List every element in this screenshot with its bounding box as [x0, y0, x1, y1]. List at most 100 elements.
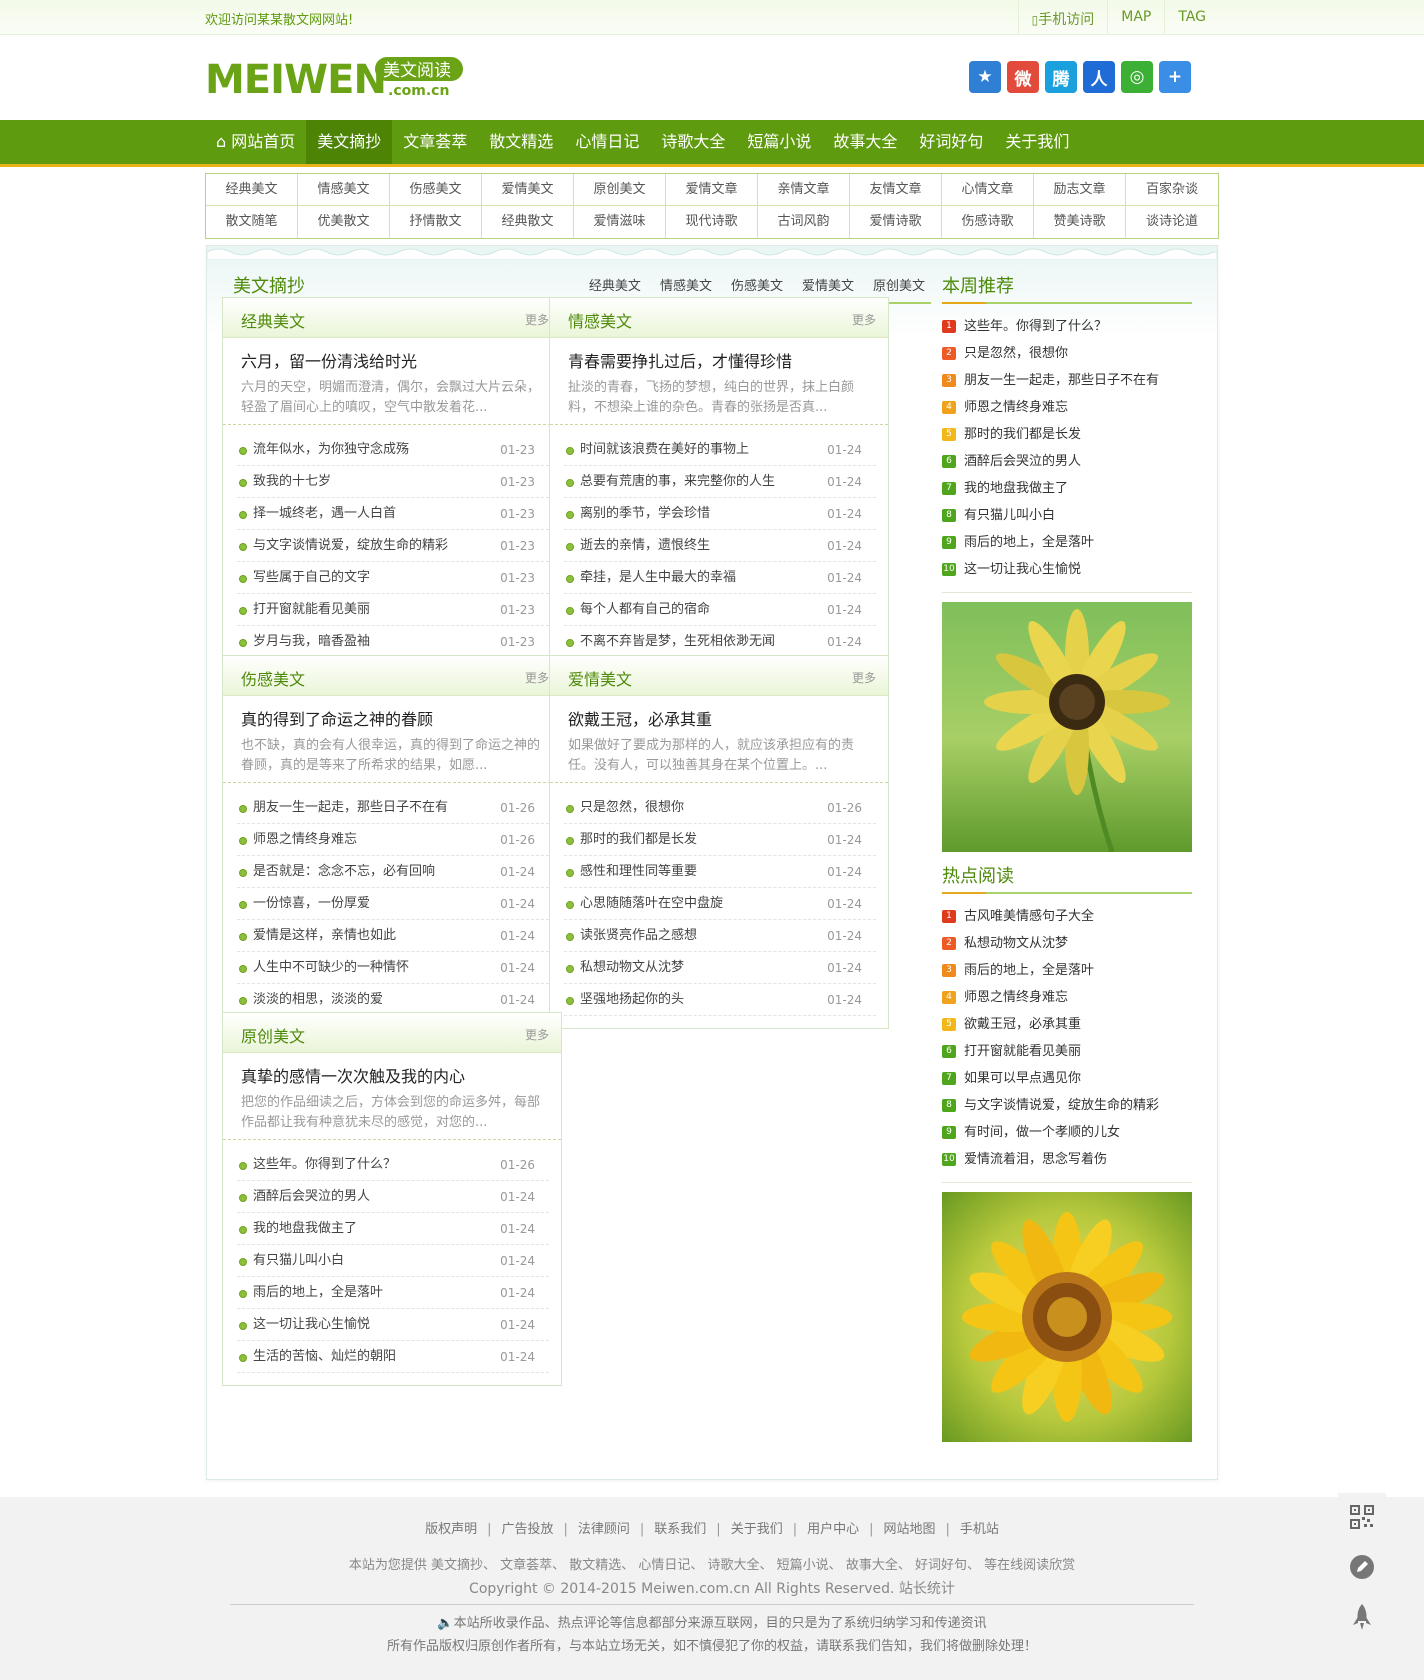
section-tab[interactable]: 爱情美文	[802, 275, 854, 294]
rank-item[interactable]: 4 师恩之情终身难忘	[942, 984, 1192, 1011]
list-item[interactable]: 每个人都有自己的宿命 01-24	[564, 594, 876, 626]
list-item[interactable]: 雨后的地上，全是落叶 01-24	[237, 1277, 549, 1309]
article-title[interactable]: 那时的我们都是长发	[580, 832, 697, 847]
subnav-item[interactable]: 爱情诗歌	[850, 206, 942, 238]
article-title[interactable]: 流年似水，为你独守念成殇	[253, 442, 409, 457]
article-title[interactable]: 师恩之情终身难忘	[253, 832, 357, 847]
list-item[interactable]: 写些属于自己的文字 01-23	[237, 562, 549, 594]
rank-item[interactable]: 4 师恩之情终身难忘	[942, 394, 1192, 421]
list-item[interactable]: 一份惊喜，一份厚爱 01-24	[237, 888, 549, 920]
footer-link[interactable]: 广告投放	[501, 1522, 553, 1537]
article-title[interactable]: 时间就该浪费在美好的事物上	[580, 442, 749, 457]
nav-item[interactable]: 诗歌大全	[650, 120, 736, 164]
featured-title[interactable]: 真挚的感情一次次触及我的内心	[241, 1063, 465, 1087]
list-item[interactable]: 这些年。你得到了什么？ 01-26	[237, 1149, 549, 1181]
nav-home[interactable]: ⌂ 网站首页	[205, 120, 306, 164]
box-title[interactable]: 爱情美文	[568, 666, 632, 690]
list-item[interactable]: 读张贤亮作品之感想 01-24	[564, 920, 876, 952]
article-title[interactable]: 离别的季节，学会珍惜	[580, 506, 710, 521]
list-item[interactable]: 择一城终老，遇一人白首 01-23	[237, 498, 549, 530]
subnav-item[interactable]: 优美散文	[298, 206, 390, 238]
list-item[interactable]: 总要有荒唐的事，来完整你的人生 01-24	[564, 466, 876, 498]
article-title[interactable]: 淡淡的相思，淡淡的爱	[253, 992, 383, 1007]
subnav-item[interactable]: 赞美诗歌	[1034, 206, 1126, 238]
weibo-icon[interactable]: 微	[1007, 61, 1039, 93]
list-item[interactable]: 爱情是这样，亲情也如此 01-24	[237, 920, 549, 952]
footer-link[interactable]: 联系我们	[654, 1522, 706, 1537]
rank-item[interactable]: 3 雨后的地上，全是落叶	[942, 957, 1192, 984]
list-item[interactable]: 生活的苦恼、灿烂的朝阳 01-24	[237, 1341, 549, 1373]
rank-item[interactable]: 2 私想动物文从沈梦	[942, 930, 1192, 957]
more-link[interactable]: 更多	[525, 1026, 549, 1043]
article-title[interactable]: 我的地盘我做主了	[253, 1221, 357, 1236]
article-title[interactable]: 写些属于自己的文字	[253, 570, 370, 585]
featured-title[interactable]: 欲戴王冠，必承其重	[568, 706, 712, 730]
wechat-icon[interactable]: ◎	[1121, 61, 1153, 93]
site-logo[interactable]: MEIWEN 美文阅读 .com.cn	[205, 55, 475, 103]
article-title[interactable]: 酒醉后会哭泣的男人	[253, 1189, 370, 1204]
nav-item[interactable]: 短篇小说	[736, 120, 822, 164]
article-title[interactable]: 人生中不可缺少的一种情怀	[253, 960, 409, 975]
box-title[interactable]: 情感美文	[568, 308, 632, 332]
qrcode-button[interactable]	[1338, 1493, 1386, 1541]
qzone-icon[interactable]: ★	[969, 61, 1001, 93]
list-item[interactable]: 私想动物文从沈梦 01-24	[564, 952, 876, 984]
subnav-item[interactable]: 原创美文	[574, 174, 666, 206]
list-item[interactable]: 岁月与我，暗香盈袖 01-23	[237, 626, 549, 658]
article-title[interactable]: 逝去的亲情，遗恨终生	[580, 538, 710, 553]
nav-item[interactable]: 美文摘抄	[306, 120, 393, 164]
list-item[interactable]: 有只猫儿叫小白 01-24	[237, 1245, 549, 1277]
rank-item[interactable]: 9 有时间，做一个孝顺的儿女	[942, 1119, 1192, 1146]
section-tab[interactable]: 经典美文	[589, 275, 641, 294]
subnav-item[interactable]: 古词风韵	[758, 206, 850, 238]
section-tab[interactable]: 伤感美文	[731, 275, 783, 294]
rank-item[interactable]: 1 古风唯美情感句子大全	[942, 903, 1192, 930]
nav-item[interactable]: 心情日记	[564, 120, 650, 164]
rank-item[interactable]: 7 我的地盘我做主了	[942, 475, 1192, 502]
footer-link[interactable]: 网站地图	[884, 1522, 936, 1537]
list-item[interactable]: 坚强地扬起你的头 01-24	[564, 984, 876, 1016]
more-share-icon[interactable]: +	[1159, 61, 1191, 93]
article-title[interactable]: 雨后的地上，全是落叶	[253, 1285, 383, 1300]
article-title[interactable]: 不离不弃皆是梦，生死相依渺无闻	[580, 634, 775, 649]
list-item[interactable]: 朋友一生一起走，那些日子不在有 01-26	[237, 792, 549, 824]
list-item[interactable]: 酒醉后会哭泣的男人 01-24	[237, 1181, 549, 1213]
feedback-button[interactable]	[1338, 1543, 1386, 1591]
article-title[interactable]: 择一城终老，遇一人白首	[253, 506, 396, 521]
article-title[interactable]: 爱情是这样，亲情也如此	[253, 928, 396, 943]
rank-item[interactable]: 8 与文字谈情说爱，绽放生命的精彩	[942, 1092, 1192, 1119]
article-title[interactable]: 坚强地扬起你的头	[580, 992, 684, 1007]
article-title[interactable]: 生活的苦恼、灿烂的朝阳	[253, 1349, 396, 1364]
rank-item[interactable]: 2 只是忽然，很想你	[942, 340, 1192, 367]
article-title[interactable]: 是否就是：念念不忘，必有回响	[253, 864, 435, 879]
rank-item[interactable]: 9 雨后的地上，全是落叶	[942, 529, 1192, 556]
subnav-item[interactable]: 现代诗歌	[666, 206, 758, 238]
subnav-item[interactable]: 爱情美文	[482, 174, 574, 206]
subnav-item[interactable]: 经典散文	[482, 206, 574, 238]
mobile-link[interactable]: ▯手机访问	[1017, 0, 1108, 35]
nav-item[interactable]: 散文精选	[478, 120, 564, 164]
section-tab[interactable]: 原创美文	[873, 275, 925, 294]
footer-link[interactable]: 法律顾问	[578, 1522, 630, 1537]
list-item[interactable]: 流年似水，为你独守念成殇 01-23	[237, 434, 549, 466]
article-title[interactable]: 这些年。你得到了什么？	[253, 1157, 396, 1172]
footer-link[interactable]: 手机站	[960, 1522, 999, 1537]
list-item[interactable]: 离别的季节，学会珍惜 01-24	[564, 498, 876, 530]
rank-item[interactable]: 10 爱情流着泪，思念写着伤	[942, 1146, 1192, 1173]
subnav-item[interactable]: 百家杂谈	[1126, 174, 1218, 206]
subnav-item[interactable]: 励志文章	[1034, 174, 1126, 206]
back-to-top-button[interactable]	[1338, 1593, 1386, 1641]
article-title[interactable]: 只是忽然，很想你	[580, 800, 684, 815]
nav-item[interactable]: 关于我们	[994, 120, 1080, 164]
list-item[interactable]: 时间就该浪费在美好的事物上 01-24	[564, 434, 876, 466]
renren-icon[interactable]: 人	[1083, 61, 1115, 93]
subnav-item[interactable]: 心情文章	[942, 174, 1034, 206]
list-item[interactable]: 师恩之情终身难忘 01-26	[237, 824, 549, 856]
article-title[interactable]: 朋友一生一起走，那些日子不在有	[253, 800, 448, 815]
more-link[interactable]: 更多	[852, 669, 876, 686]
footer-link[interactable]: 用户中心	[807, 1522, 859, 1537]
list-item[interactable]: 与文字谈情说爱，绽放生命的精彩 01-23	[237, 530, 549, 562]
box-title[interactable]: 原创美文	[241, 1023, 305, 1047]
rank-item[interactable]: 6 打开窗就能看见美丽	[942, 1038, 1192, 1065]
list-item[interactable]: 不离不弃皆是梦，生死相依渺无闻 01-24	[564, 626, 876, 658]
